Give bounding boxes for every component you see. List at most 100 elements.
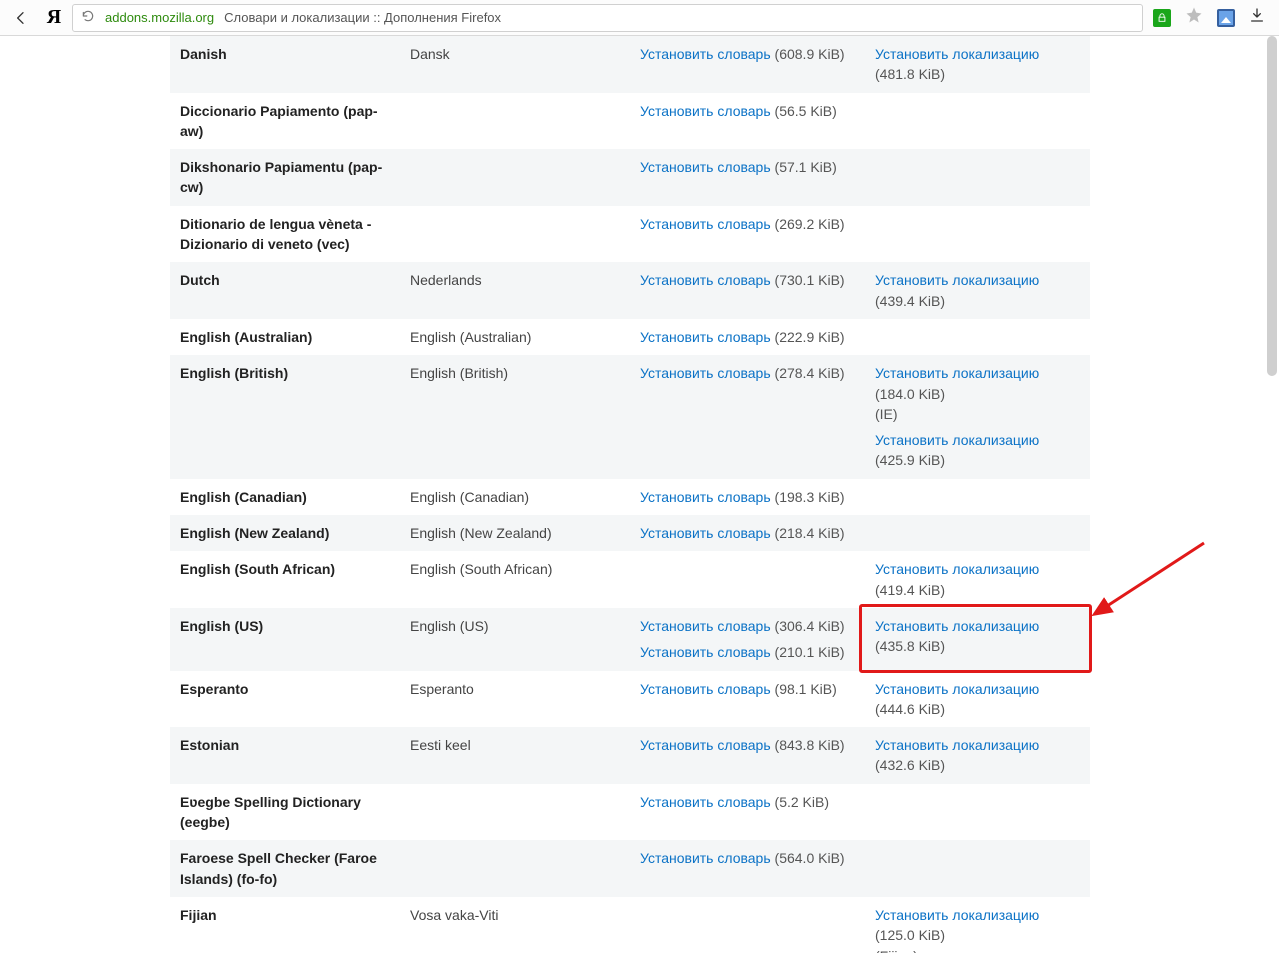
install-loc-link[interactable]: Установить локализацию (875, 681, 1039, 697)
table-row: EsperantoEsperantoУстановить словарь (98… (170, 671, 1090, 728)
table-row: English (South African)English (South Af… (170, 551, 1090, 608)
loc-cell (865, 319, 1090, 355)
install-loc-link[interactable]: Установить локализацию (875, 432, 1039, 448)
loc-cell (865, 149, 1090, 206)
install-loc-note: (Fijian) (875, 946, 1080, 953)
scrollbar-thumb[interactable] (1267, 36, 1277, 376)
install-loc-size: (439.4 KiB) (875, 293, 945, 309)
lang-name: Diccionario Papiamento (pap-aw) (170, 93, 400, 150)
loc-cell (865, 206, 1090, 263)
install-dict-link[interactable]: Установить словарь (640, 329, 771, 345)
loc-cell (865, 479, 1090, 515)
install-dict-link[interactable]: Установить словарь (640, 644, 771, 660)
reload-icon[interactable] (81, 9, 95, 26)
install-loc-size: (432.6 KiB) (875, 757, 945, 773)
install-dict-size: (843.8 KiB) (775, 737, 845, 753)
dict-cell: Установить словарь (306.4 KiB)Установить… (630, 608, 865, 671)
install-loc-link[interactable]: Установить локализацию (875, 272, 1039, 288)
install-dict-link[interactable]: Установить словарь (640, 159, 771, 175)
install-dict-link[interactable]: Установить словарь (640, 272, 771, 288)
install-dict-link[interactable]: Установить словарь (640, 525, 771, 541)
table-row: English (US)English (US)Установить слова… (170, 608, 1090, 671)
loc-cell: Установить локализацию (435.8 KiB) (865, 608, 1090, 671)
install-dict-link[interactable]: Установить словарь (640, 365, 771, 381)
dict-cell: Установить словарь (5.2 KiB) (630, 784, 865, 841)
loc-cell: Установить локализацию (439.4 KiB) (865, 262, 1090, 319)
loc-cell (865, 93, 1090, 150)
install-loc-size: (125.0 KiB) (875, 927, 945, 943)
screenshot-icon[interactable] (1217, 9, 1235, 27)
lang-native (400, 784, 630, 841)
bookmark-icon[interactable] (1185, 6, 1203, 29)
loc-cell (865, 784, 1090, 841)
install-loc-link[interactable]: Установить локализацию (875, 737, 1039, 753)
install-loc-link[interactable]: Установить локализацию (875, 907, 1039, 923)
lang-name: Estonian (170, 727, 400, 784)
table-row: Eʋegbe Spelling Dictionary (eegbe)Устано… (170, 784, 1090, 841)
install-dict-link[interactable]: Установить словарь (640, 850, 771, 866)
lang-name: Ditionario de lengua vèneta - Dizionario… (170, 206, 400, 263)
table-row: EstonianEesti keel Установить словарь (84… (170, 727, 1090, 784)
lang-native: English (US) (400, 608, 630, 671)
lang-native (400, 206, 630, 263)
lang-native (400, 93, 630, 150)
install-loc-size: (419.4 KiB) (875, 582, 945, 598)
languages-table: DanishDanskУстановить словарь (608.9 KiB… (170, 36, 1090, 953)
install-dict-size: (564.0 KiB) (775, 850, 845, 866)
lang-native: Eesti keel (400, 727, 630, 784)
yandex-logo[interactable]: Я (42, 6, 66, 29)
install-dict-size: (218.4 KiB) (775, 525, 845, 541)
loc-cell: Установить локализацию (184.0 KiB) (IE) Ус… (865, 355, 1090, 478)
loc-cell: Установить локализацию (125.0 KiB) (Fijia… (865, 897, 1090, 953)
install-dict-size: (269.2 KiB) (775, 216, 845, 232)
install-dict-link[interactable]: Установить словарь (640, 489, 771, 505)
install-dict-size: (5.2 KiB) (775, 794, 829, 810)
install-loc-size: (184.0 KiB) (875, 386, 945, 402)
install-dict-link[interactable]: Установить словарь (640, 216, 771, 232)
loc-cell: Установить локализацию (419.4 KiB) (865, 551, 1090, 608)
lang-name: English (British) (170, 355, 400, 478)
dict-cell: Установить словарь (564.0 KiB) (630, 840, 865, 897)
install-dict-size: (56.5 KiB) (775, 103, 837, 119)
dict-cell (630, 551, 865, 608)
dict-cell: Установить словарь (269.2 KiB) (630, 206, 865, 263)
table-row: DanishDanskУстановить словарь (608.9 KiB… (170, 36, 1090, 93)
install-loc-link[interactable]: Установить локализацию (875, 618, 1039, 634)
install-loc-size: (435.8 KiB) (875, 638, 945, 654)
lang-native: Esperanto (400, 671, 630, 728)
dict-cell: Установить словарь (57.1 KiB) (630, 149, 865, 206)
lang-name: English (South African) (170, 551, 400, 608)
page-content: DanishDanskУстановить словарь (608.9 KiB… (0, 36, 1279, 953)
install-loc-link[interactable]: Установить локализацию (875, 561, 1039, 577)
dict-cell: Установить словарь (198.3 KiB) (630, 479, 865, 515)
install-loc-link[interactable]: Установить локализацию (875, 365, 1039, 381)
install-loc-link[interactable]: Установить локализацию (875, 46, 1039, 62)
lang-native: English (New Zealand) (400, 515, 630, 551)
downloads-icon[interactable] (1249, 7, 1265, 28)
back-button[interactable] (6, 4, 36, 32)
install-dict-link[interactable]: Установить словарь (640, 681, 771, 697)
dict-cell: Установить словарь (56.5 KiB) (630, 93, 865, 150)
install-dict-link[interactable]: Установить словарь (640, 46, 771, 62)
install-dict-link[interactable]: Установить словарь (640, 737, 771, 753)
install-loc-size: (425.9 KiB) (875, 452, 945, 468)
install-loc-size: (481.8 KiB) (875, 66, 945, 82)
install-loc-note: (IE) (875, 404, 1080, 424)
install-dict-link[interactable]: Установить словарь (640, 618, 771, 634)
table-row: Ditionario de lengua vèneta - Dizionario… (170, 206, 1090, 263)
browser-toolbar: Я addons.mozilla.org Словари и локализац… (0, 0, 1279, 36)
install-dict-size: (210.1 KiB) (775, 644, 845, 660)
loc-cell: Установить локализацию (481.8 KiB) (865, 36, 1090, 93)
install-dict-link[interactable]: Установить словарь (640, 103, 771, 119)
table-row: FijianVosa vaka-VitiУстановить локализац… (170, 897, 1090, 953)
install-dict-size: (730.1 KiB) (775, 272, 845, 288)
install-dict-link[interactable]: Установить словарь (640, 794, 771, 810)
security-badge[interactable] (1153, 9, 1171, 27)
dict-cell: Установить словарь (222.9 KiB) (630, 319, 865, 355)
dict-cell: Установить словарь (218.4 KiB) (630, 515, 865, 551)
annotation-arrow (1094, 538, 1214, 633)
address-bar[interactable]: addons.mozilla.org Словари и локализации… (72, 4, 1143, 32)
lang-name: Esperanto (170, 671, 400, 728)
install-dict-size: (222.9 KiB) (775, 329, 845, 345)
table-row: DutchNederlandsУстановить словарь (730.1… (170, 262, 1090, 319)
